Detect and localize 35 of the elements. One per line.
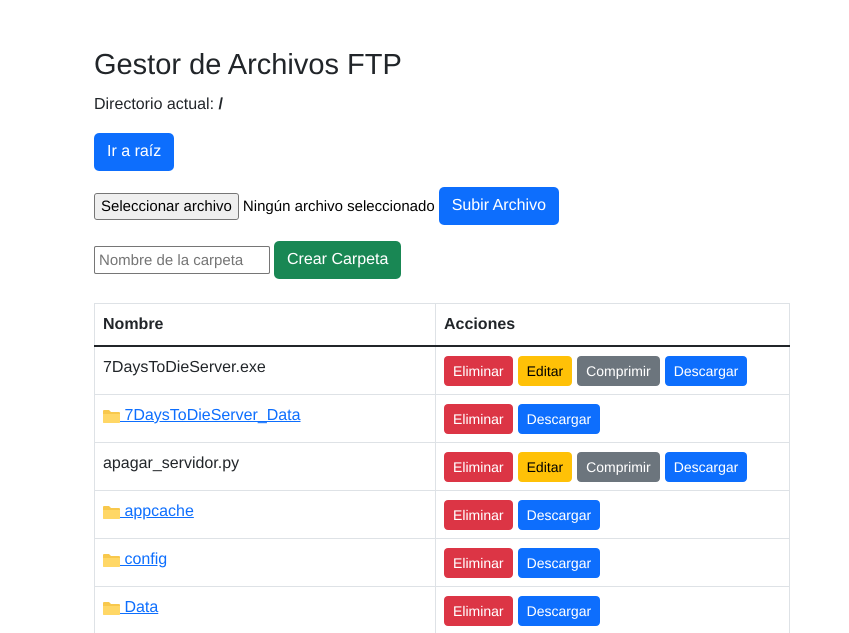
file-name: 7DaysToDieServer.exe [103, 358, 266, 377]
column-header: Acciones [436, 304, 790, 346]
delete-button[interactable]: Eliminar [444, 500, 513, 530]
folder-icon [103, 409, 120, 423]
edit-button[interactable]: Editar [518, 356, 572, 386]
folder-link[interactable]: Data [103, 587, 158, 617]
compress-button[interactable]: Comprimir [577, 356, 660, 386]
download-button[interactable]: Descargar [518, 500, 600, 530]
folder-link[interactable]: config [103, 539, 168, 569]
upload-button[interactable]: Subir Archivo [438, 187, 559, 225]
download-button[interactable]: Descargar [518, 596, 600, 626]
create-folder-button[interactable]: Crear Carpeta [274, 241, 402, 279]
file-status: Ningún archivo seleccionado [242, 198, 435, 214]
download-button[interactable]: Descargar [664, 452, 748, 482]
page-title: Gestor de Archivos FTP [94, 48, 403, 83]
download-button[interactable]: Descargar [518, 548, 600, 578]
folder-link[interactable]: appcache [103, 491, 194, 521]
choose-file-button[interactable]: Seleccionar archivo [94, 192, 239, 220]
current-directory: Directorio actual: / [94, 95, 224, 115]
download-button[interactable]: Descargar [664, 356, 748, 386]
folder-icon [103, 553, 120, 567]
folder-icon [103, 601, 120, 615]
column-header: Nombre [94, 304, 436, 346]
delete-button[interactable]: Eliminar [444, 596, 513, 626]
delete-button[interactable]: Eliminar [444, 548, 513, 578]
folder-name-field[interactable]: Nombre de la carpeta [94, 246, 270, 274]
file-name: apagar_servidor.py [103, 454, 240, 473]
delete-button[interactable]: Eliminar [444, 356, 513, 386]
download-button[interactable]: Descargar [518, 404, 600, 434]
compress-button[interactable]: Comprimir [577, 452, 660, 482]
delete-button[interactable]: Eliminar [444, 452, 513, 482]
root-button[interactable]: Ir a raíz [94, 133, 174, 171]
folder-icon [103, 505, 120, 519]
edit-button[interactable]: Editar [518, 452, 572, 482]
delete-button[interactable]: Eliminar [444, 404, 513, 434]
